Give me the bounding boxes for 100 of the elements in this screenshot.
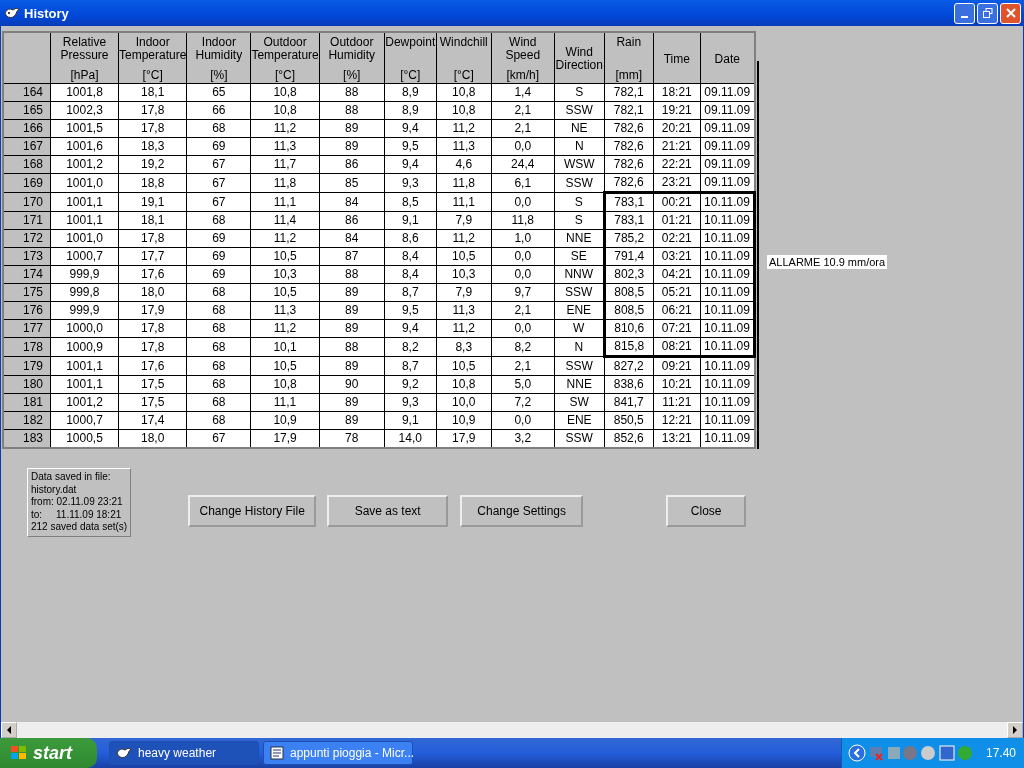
column-header[interactable]: Rain [mm] (604, 32, 654, 84)
dialog-button[interactable]: Change History File (188, 495, 317, 527)
column-header[interactable]: Date (700, 32, 755, 84)
table-cell: 1001,1 (50, 192, 119, 212)
table-cell: 11,3 (436, 301, 492, 320)
horizontal-scrollbar[interactable] (1, 722, 1023, 738)
column-header[interactable]: Indoor Temperature [°C] (118, 32, 187, 84)
table-cell: 87 (319, 247, 385, 266)
scroll-left-button[interactable] (1, 722, 17, 738)
column-header[interactable]: Time (653, 32, 701, 84)
table-cell: 815,8 (604, 337, 654, 357)
row-number[interactable]: 169 (3, 173, 51, 193)
table-cell: 10.11.09 (700, 211, 755, 230)
table-cell: 17,8 (118, 319, 187, 338)
table-cell: 782,1 (604, 83, 654, 102)
taskbar-button[interactable]: appunti pioggia - Micr... (263, 741, 413, 765)
table-cell: 10.11.09 (700, 337, 755, 357)
table-cell: 10:21 (653, 375, 701, 394)
table-cell: 2,1 (491, 119, 555, 138)
table-cell: 22:21 (653, 155, 701, 174)
table-cell: 1001,0 (50, 173, 119, 193)
table-cell: 2,1 (491, 301, 555, 320)
table-cell: 8,7 (384, 356, 437, 376)
row-number[interactable]: 179 (3, 356, 51, 376)
table-cell: 999,9 (50, 301, 119, 320)
table-cell: 11,1 (436, 192, 492, 212)
table-cell: 11,3 (250, 301, 320, 320)
table-cell: 10,5 (436, 247, 492, 266)
column-header[interactable]: Outdoor Humidity [%] (319, 32, 385, 84)
column-header[interactable]: Wind Speed [km/h] (491, 32, 555, 84)
table-cell: 0,0 (491, 411, 555, 430)
table-cell: 10,8 (250, 101, 320, 120)
taskbar-button[interactable]: heavy weather (109, 741, 259, 765)
table-cell: SSW (554, 173, 605, 193)
table-cell: 68 (186, 283, 251, 302)
minimize-button[interactable] (954, 2, 975, 24)
table-cell: 04:21 (653, 265, 701, 284)
table-cell: 10,3 (250, 265, 320, 284)
table-cell: 89 (319, 393, 385, 412)
column-header[interactable]: Dewpoint [°C] (384, 32, 437, 84)
table-cell: SSW (554, 101, 605, 120)
column-header[interactable]: Outdoor Temperature [°C] (250, 32, 320, 84)
restore-button[interactable] (977, 2, 998, 24)
table-cell: 17,8 (118, 119, 187, 138)
bird-icon (116, 746, 132, 760)
dialog-button[interactable]: Save as text (327, 495, 449, 527)
table-cell: 67 (186, 155, 251, 174)
table-cell: 06:21 (653, 301, 701, 320)
table-cell: 24,4 (491, 155, 555, 174)
table-cell: 1001,1 (50, 375, 119, 394)
table-cell: 10,0 (436, 393, 492, 412)
right-arrow-icon (1012, 726, 1018, 734)
column-header[interactable]: Indoor Humidity [%] (186, 32, 251, 84)
table-cell: 782,1 (604, 101, 654, 120)
close-button[interactable] (1000, 2, 1021, 24)
row-number[interactable]: 183 (3, 429, 51, 448)
table-cell: 08:21 (653, 337, 701, 357)
table-cell: 1002,3 (50, 101, 119, 120)
table-cell: 8,7 (384, 283, 437, 302)
table-cell: 11,2 (250, 319, 320, 338)
table-cell: 10.11.09 (700, 265, 755, 284)
row-number[interactable]: 170 (3, 192, 51, 212)
table-cell: 17,7 (118, 247, 187, 266)
table-cell: SW (554, 393, 605, 412)
restore-icon (982, 8, 993, 18)
column-header[interactable]: Windchill [°C] (436, 32, 492, 84)
scroll-right-button[interactable] (1007, 722, 1023, 738)
table-cell: 7,2 (491, 393, 555, 412)
table-cell: 68 (186, 119, 251, 138)
table-cell: 10,5 (250, 356, 320, 376)
dialog-button[interactable]: Change Settings (460, 495, 584, 527)
table-cell: 9,4 (384, 319, 437, 338)
table-cell: 10,5 (436, 356, 492, 376)
table-cell: 9,7 (491, 283, 555, 302)
table-cell: 68 (186, 411, 251, 430)
table-cell: 69 (186, 247, 251, 266)
dialog-button[interactable]: Close (666, 495, 747, 527)
table-cell: 808,5 (604, 301, 654, 320)
table-cell: 11,4 (250, 211, 320, 230)
table-cell: 9,5 (384, 301, 437, 320)
column-header[interactable]: Wind Direction (554, 32, 605, 84)
table-cell: 68 (186, 393, 251, 412)
start-button[interactable]: start (0, 738, 97, 768)
table-cell: 88 (319, 83, 385, 102)
row-number[interactable]: 178 (3, 337, 51, 357)
table-cell: 89 (319, 411, 385, 430)
table-cell: 1000,0 (50, 319, 119, 338)
table-cell: 10.11.09 (700, 192, 755, 212)
table-cell: 10.11.09 (700, 283, 755, 302)
table-cell: 6,1 (491, 173, 555, 193)
table-cell: 808,5 (604, 283, 654, 302)
column-header[interactable]: Relative Pressure [hPa] (50, 32, 119, 84)
table-cell: 90 (319, 375, 385, 394)
table-cell: 4,6 (436, 155, 492, 174)
table-cell: 68 (186, 211, 251, 230)
table-cell: 9,1 (384, 211, 437, 230)
table-cell: 88 (319, 337, 385, 357)
table-cell: 9,4 (384, 119, 437, 138)
table-cell: 11,2 (436, 319, 492, 338)
table-cell: 1,0 (491, 229, 555, 248)
